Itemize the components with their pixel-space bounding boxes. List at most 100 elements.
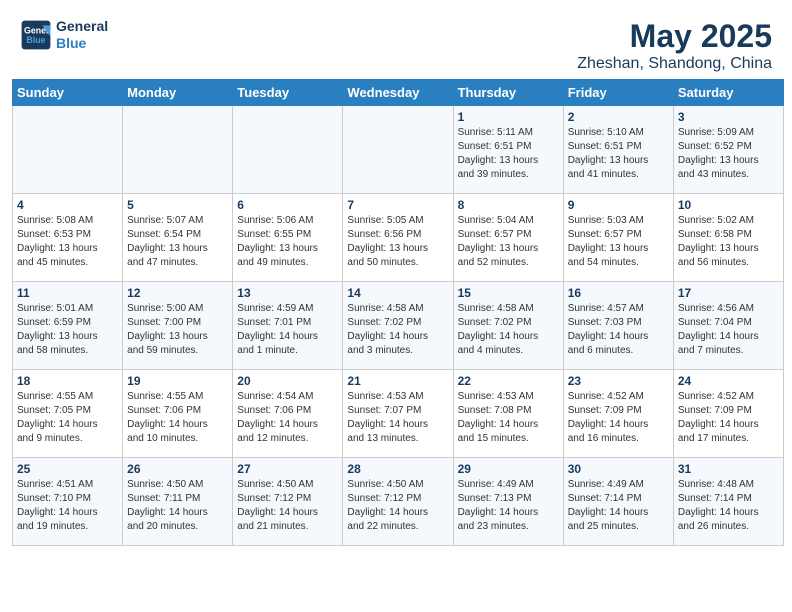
calendar-cell: 14Sunrise: 4:58 AM Sunset: 7:02 PM Dayli… xyxy=(343,282,453,370)
day-number: 18 xyxy=(17,374,118,388)
calendar-cell: 2 Sunrise: 5:10 AM Sunset: 6:51 PM Daylig… xyxy=(563,106,673,194)
day-info: Sunrise: 4:55 AM Sunset: 7:06 PM Dayligh… xyxy=(127,390,228,446)
day-number: 31 xyxy=(678,462,779,476)
weekday-header-wednesday: Wednesday xyxy=(343,80,453,106)
calendar-cell xyxy=(233,106,343,194)
day-info: Sunrise: 4:50 AM Sunset: 7:11 PM Dayligh… xyxy=(127,478,228,534)
calendar-cell: 12 Sunrise: 5:00 AM Sunset: 7:00 PM Dayli… xyxy=(123,282,233,370)
day-number: 30 xyxy=(568,462,669,476)
day-info: Sunrise: 4:58 AM Sunset: 7:02 PM Dayligh… xyxy=(347,302,448,358)
day-info: Sunrise: 4:51 AM Sunset: 7:10 PM Dayligh… xyxy=(17,478,118,534)
day-number: 13 xyxy=(237,286,338,300)
calendar-week-3: 11Sunrise: 5:01 AM Sunset: 6:59 PM Dayli… xyxy=(13,282,784,370)
calendar-cell: 20 Sunrise: 4:54 AM Sunset: 7:06 PM Dayli… xyxy=(233,370,343,458)
calendar-cell: 8Sunrise: 5:04 AM Sunset: 6:57 PM Daylig… xyxy=(453,194,563,282)
logo-text-blue: Blue xyxy=(56,35,108,52)
day-number: 12 xyxy=(127,286,228,300)
day-info: Sunrise: 5:02 AM Sunset: 6:58 PM Dayligh… xyxy=(678,214,779,270)
logo-text-general: General xyxy=(56,18,108,35)
calendar-week-2: 4 Sunrise: 5:08 AM Sunset: 6:53 PM Daylig… xyxy=(13,194,784,282)
calendar-cell: 1 Sunrise: 5:11 AM Sunset: 6:51 PM Daylig… xyxy=(453,106,563,194)
day-info: Sunrise: 5:06 AM Sunset: 6:55 PM Dayligh… xyxy=(237,214,338,270)
day-info: Sunrise: 4:58 AM Sunset: 7:02 PM Dayligh… xyxy=(458,302,559,358)
calendar-cell: 10 Sunrise: 5:02 AM Sunset: 6:58 PM Dayli… xyxy=(673,194,783,282)
day-info: Sunrise: 4:50 AM Sunset: 7:12 PM Dayligh… xyxy=(347,478,448,534)
svg-text:Blue: Blue xyxy=(26,35,45,45)
day-number: 15 xyxy=(458,286,559,300)
calendar-week-1: 1 Sunrise: 5:11 AM Sunset: 6:51 PM Daylig… xyxy=(13,106,784,194)
logo-icon: General Blue xyxy=(20,19,52,51)
calendar-cell: 30 Sunrise: 4:49 AM Sunset: 7:14 PM Dayli… xyxy=(563,458,673,546)
day-number: 1 xyxy=(458,110,559,124)
day-number: 29 xyxy=(458,462,559,476)
day-info: Sunrise: 4:49 AM Sunset: 7:13 PM Dayligh… xyxy=(458,478,559,534)
day-number: 25 xyxy=(17,462,118,476)
day-number: 23 xyxy=(568,374,669,388)
day-number: 20 xyxy=(237,374,338,388)
day-info: Sunrise: 4:50 AM Sunset: 7:12 PM Dayligh… xyxy=(237,478,338,534)
calendar-cell: 15 Sunrise: 4:58 AM Sunset: 7:02 PM Dayli… xyxy=(453,282,563,370)
day-number: 4 xyxy=(17,198,118,212)
weekday-header-sunday: Sunday xyxy=(13,80,123,106)
day-info: Sunrise: 5:03 AM Sunset: 6:57 PM Dayligh… xyxy=(568,214,669,270)
calendar-cell: 5 Sunrise: 5:07 AM Sunset: 6:54 PM Daylig… xyxy=(123,194,233,282)
day-number: 3 xyxy=(678,110,779,124)
day-info: Sunrise: 4:55 AM Sunset: 7:05 PM Dayligh… xyxy=(17,390,118,446)
day-info: Sunrise: 4:56 AM Sunset: 7:04 PM Dayligh… xyxy=(678,302,779,358)
weekday-header-saturday: Saturday xyxy=(673,80,783,106)
calendar-cell: 3 Sunrise: 5:09 AM Sunset: 6:52 PM Daylig… xyxy=(673,106,783,194)
day-info: Sunrise: 4:57 AM Sunset: 7:03 PM Dayligh… xyxy=(568,302,669,358)
weekday-header-row: SundayMondayTuesdayWednesdayThursdayFrid… xyxy=(13,80,784,106)
calendar-cell: 24Sunrise: 4:52 AM Sunset: 7:09 PM Dayli… xyxy=(673,370,783,458)
day-info: Sunrise: 5:07 AM Sunset: 6:54 PM Dayligh… xyxy=(127,214,228,270)
weekday-header-monday: Monday xyxy=(123,80,233,106)
day-info: Sunrise: 4:53 AM Sunset: 7:07 PM Dayligh… xyxy=(347,390,448,446)
day-number: 2 xyxy=(568,110,669,124)
weekday-header-thursday: Thursday xyxy=(453,80,563,106)
day-number: 28 xyxy=(347,462,448,476)
calendar-cell: 25 Sunrise: 4:51 AM Sunset: 7:10 PM Dayli… xyxy=(13,458,123,546)
title-area: May 2025 Zheshan, Shandong, China xyxy=(577,18,772,73)
calendar-cell: 26Sunrise: 4:50 AM Sunset: 7:11 PM Dayli… xyxy=(123,458,233,546)
day-number: 9 xyxy=(568,198,669,212)
calendar-week-5: 25 Sunrise: 4:51 AM Sunset: 7:10 PM Dayli… xyxy=(13,458,784,546)
day-info: Sunrise: 4:52 AM Sunset: 7:09 PM Dayligh… xyxy=(678,390,779,446)
calendar-cell: 21 Sunrise: 4:53 AM Sunset: 7:07 PM Dayli… xyxy=(343,370,453,458)
header: General Blue General Blue May 2025 Zhesh… xyxy=(10,10,782,79)
calendar-cell: 6Sunrise: 5:06 AM Sunset: 6:55 PM Daylig… xyxy=(233,194,343,282)
day-number: 19 xyxy=(127,374,228,388)
calendar-table: SundayMondayTuesdayWednesdayThursdayFrid… xyxy=(12,79,784,546)
calendar-cell: 4 Sunrise: 5:08 AM Sunset: 6:53 PM Daylig… xyxy=(13,194,123,282)
calendar-body: 1 Sunrise: 5:11 AM Sunset: 6:51 PM Daylig… xyxy=(13,106,784,546)
location-title: Zheshan, Shandong, China xyxy=(577,55,772,73)
day-info: Sunrise: 4:49 AM Sunset: 7:14 PM Dayligh… xyxy=(568,478,669,534)
day-info: Sunrise: 5:08 AM Sunset: 6:53 PM Dayligh… xyxy=(17,214,118,270)
weekday-header-tuesday: Tuesday xyxy=(233,80,343,106)
calendar-cell: 9 Sunrise: 5:03 AM Sunset: 6:57 PM Daylig… xyxy=(563,194,673,282)
day-number: 7 xyxy=(347,198,448,212)
calendar-cell: 19 Sunrise: 4:55 AM Sunset: 7:06 PM Dayli… xyxy=(123,370,233,458)
calendar-cell: 22Sunrise: 4:53 AM Sunset: 7:08 PM Dayli… xyxy=(453,370,563,458)
day-number: 10 xyxy=(678,198,779,212)
calendar-cell: 16Sunrise: 4:57 AM Sunset: 7:03 PM Dayli… xyxy=(563,282,673,370)
calendar-cell xyxy=(123,106,233,194)
day-info: Sunrise: 5:10 AM Sunset: 6:51 PM Dayligh… xyxy=(568,126,669,182)
calendar-cell: 11Sunrise: 5:01 AM Sunset: 6:59 PM Dayli… xyxy=(13,282,123,370)
day-info: Sunrise: 4:54 AM Sunset: 7:06 PM Dayligh… xyxy=(237,390,338,446)
day-number: 21 xyxy=(347,374,448,388)
calendar-cell: 28 Sunrise: 4:50 AM Sunset: 7:12 PM Dayli… xyxy=(343,458,453,546)
day-info: Sunrise: 5:11 AM Sunset: 6:51 PM Dayligh… xyxy=(458,126,559,182)
calendar-cell: 18 Sunrise: 4:55 AM Sunset: 7:05 PM Dayli… xyxy=(13,370,123,458)
day-number: 17 xyxy=(678,286,779,300)
day-info: Sunrise: 4:59 AM Sunset: 7:01 PM Dayligh… xyxy=(237,302,338,358)
day-info: Sunrise: 5:00 AM Sunset: 7:00 PM Dayligh… xyxy=(127,302,228,358)
calendar-week-4: 18 Sunrise: 4:55 AM Sunset: 7:05 PM Dayli… xyxy=(13,370,784,458)
calendar-cell: 23Sunrise: 4:52 AM Sunset: 7:09 PM Dayli… xyxy=(563,370,673,458)
day-info: Sunrise: 5:09 AM Sunset: 6:52 PM Dayligh… xyxy=(678,126,779,182)
day-info: Sunrise: 4:48 AM Sunset: 7:14 PM Dayligh… xyxy=(678,478,779,534)
day-number: 27 xyxy=(237,462,338,476)
day-info: Sunrise: 5:05 AM Sunset: 6:56 PM Dayligh… xyxy=(347,214,448,270)
day-info: Sunrise: 5:01 AM Sunset: 6:59 PM Dayligh… xyxy=(17,302,118,358)
calendar-cell: 7 Sunrise: 5:05 AM Sunset: 6:56 PM Daylig… xyxy=(343,194,453,282)
day-number: 5 xyxy=(127,198,228,212)
